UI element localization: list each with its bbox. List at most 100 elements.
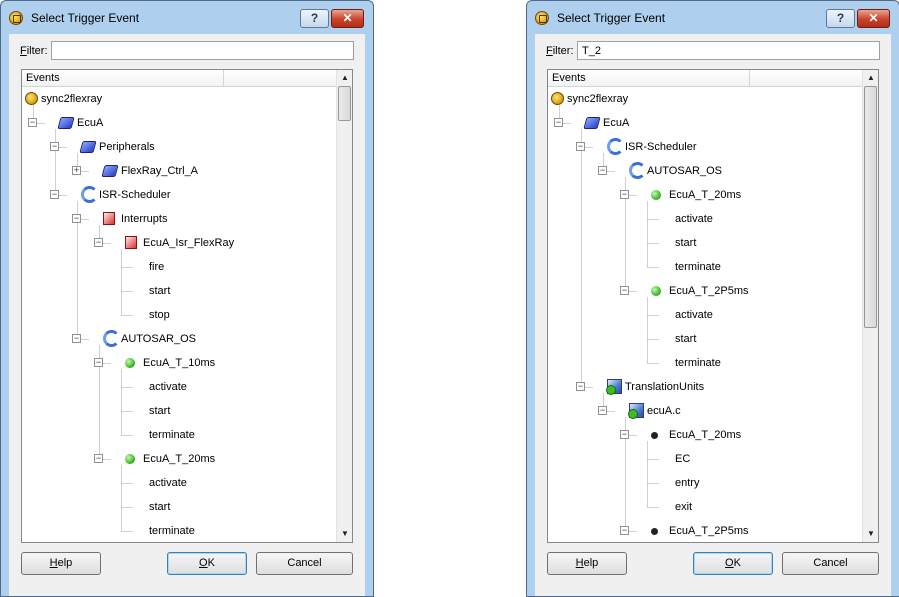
scroll-up-arrow-icon[interactable]: ▲	[337, 70, 352, 86]
tree-node-label: EcuA_T_20ms	[669, 429, 742, 441]
select-trigger-event-dialog-unfiltered: Select Trigger Event ? ✕ Filter: Events …	[0, 0, 374, 597]
translation-unit-icon	[606, 379, 622, 395]
collapse-icon[interactable]: −	[554, 118, 563, 127]
tree-node-label: TranslationUnits	[625, 381, 705, 393]
title-bar[interactable]: Select Trigger Event ? ✕	[527, 1, 899, 34]
scheduler-icon	[629, 162, 646, 179]
tree-node-label: activate	[149, 381, 187, 393]
tree-node-label: start	[149, 405, 171, 417]
tree-node-label: AUTOSAR_OS	[121, 333, 196, 345]
tree-node-label: terminate	[675, 357, 721, 369]
tree-node-label: EcuA_T_10ms	[143, 357, 216, 369]
scroll-down-arrow-icon[interactable]: ▼	[863, 526, 878, 542]
events-tree[interactable]: Events sync2flexray − EcuA − ISR-Scheduler − A…	[547, 69, 879, 543]
collapse-icon[interactable]: −	[72, 334, 81, 343]
tree-node-label: EcuA_T_2P5ms	[669, 285, 749, 297]
tree-node-label: EcuA_T_20ms	[143, 453, 216, 465]
task-icon	[651, 286, 661, 296]
tree-node-label: ISR-Scheduler	[625, 141, 697, 153]
filter-label: Filter:	[20, 45, 48, 57]
column-header-events[interactable]: Events	[548, 70, 750, 87]
dialog-title: Select Trigger Event	[557, 11, 666, 25]
tree-node-label: ecuA.c	[647, 405, 681, 417]
collapse-icon[interactable]: −	[620, 430, 629, 439]
column-header-secondary[interactable]	[224, 70, 336, 87]
collapse-icon[interactable]: −	[50, 142, 59, 151]
collapse-icon[interactable]: −	[576, 382, 585, 391]
app-icon	[551, 92, 564, 105]
collapse-icon[interactable]: −	[94, 454, 103, 463]
title-help-button[interactable]: ?	[826, 9, 855, 28]
tree-node-label: ISR-Scheduler	[99, 189, 171, 201]
tree-node-label: Interrupts	[121, 213, 168, 225]
app-icon	[25, 92, 38, 105]
scroll-thumb[interactable]	[338, 86, 351, 122]
collapse-icon[interactable]: −	[50, 190, 59, 199]
dialog-client-area: Filter: Events sync2flexray − EcuA − Periphe…	[9, 34, 365, 596]
scheduler-icon	[103, 330, 120, 347]
scheduler-icon	[607, 138, 624, 155]
tree-header: Events	[22, 70, 336, 87]
tree-node-label: FlexRay_Ctrl_A	[121, 165, 199, 177]
collapse-icon[interactable]: −	[94, 358, 103, 367]
task-icon	[651, 190, 661, 200]
title-bar[interactable]: Select Trigger Event ? ✕	[1, 1, 373, 34]
help-button[interactable]: Help	[21, 552, 101, 575]
tree-node-label: AUTOSAR_OS	[647, 165, 722, 177]
vertical-scrollbar[interactable]: ▲ ▼	[862, 70, 878, 542]
collapse-icon[interactable]: −	[598, 406, 607, 415]
column-header-secondary[interactable]	[750, 70, 862, 87]
task-icon	[125, 358, 135, 368]
tree-node-label: sync2flexray	[567, 93, 629, 105]
ok-button[interactable]: OK	[167, 552, 247, 575]
tree-node-label: activate	[675, 309, 713, 321]
translation-unit-icon	[628, 403, 644, 419]
collapse-icon[interactable]: −	[28, 118, 37, 127]
column-header-events[interactable]: Events	[22, 70, 224, 87]
tree-node-label: fire	[149, 261, 165, 273]
tree-body: sync2flexray − EcuA − Peripherals + FlexRay_Ct…	[22, 87, 336, 542]
ok-button[interactable]: OK	[693, 552, 773, 575]
scroll-up-arrow-icon[interactable]: ▲	[863, 70, 878, 86]
tree-node-label: start	[149, 501, 171, 513]
tree-node-label: EC	[675, 453, 691, 465]
vertical-scrollbar[interactable]: ▲ ▼	[336, 70, 352, 542]
title-help-button[interactable]: ?	[300, 9, 329, 28]
tree-node-label: terminate	[149, 429, 195, 441]
dialog-title: Select Trigger Event	[31, 11, 140, 25]
tree-node-label: start	[675, 237, 697, 249]
tree-body: sync2flexray − EcuA − ISR-Scheduler − AUTOSAR_…	[548, 87, 862, 542]
tree-node-label: stop	[149, 309, 170, 321]
cancel-button[interactable]: Cancel	[782, 552, 879, 575]
tree-node-label: Peripherals	[99, 141, 155, 153]
scroll-thumb[interactable]	[864, 86, 877, 328]
expand-icon[interactable]: +	[72, 166, 81, 175]
events-tree[interactable]: Events sync2flexray − EcuA − Peripherals + Fle…	[21, 69, 353, 543]
tree-node-label: sync2flexray	[41, 93, 103, 105]
tree-node-label: terminate	[149, 525, 195, 537]
close-button[interactable]: ✕	[857, 9, 890, 28]
dialog-client-area: Filter: Events sync2flexray − EcuA − ISR-Sch…	[535, 34, 891, 596]
tree-node-label: activate	[675, 213, 713, 225]
collapse-icon[interactable]: −	[620, 286, 629, 295]
filter-input[interactable]	[51, 41, 354, 60]
collapse-icon[interactable]: −	[620, 526, 629, 535]
cancel-button[interactable]: Cancel	[256, 552, 353, 575]
close-button[interactable]: ✕	[331, 9, 364, 28]
collapse-icon[interactable]: −	[576, 142, 585, 151]
scroll-down-arrow-icon[interactable]: ▼	[337, 526, 352, 542]
collapse-icon[interactable]: −	[94, 238, 103, 247]
tree-node-label: EcuA	[603, 117, 630, 129]
filter-input[interactable]	[577, 41, 880, 60]
interrupt-icon	[103, 212, 115, 225]
collapse-icon[interactable]: −	[620, 190, 629, 199]
task-icon	[125, 454, 135, 464]
collapse-icon[interactable]: −	[72, 214, 81, 223]
tree-node-label: entry	[675, 477, 700, 489]
function-icon	[651, 432, 658, 439]
tree-node-label: EcuA_Isr_FlexRay	[143, 237, 235, 249]
help-button[interactable]: Help	[547, 552, 627, 575]
interrupt-icon	[125, 236, 137, 249]
collapse-icon[interactable]: −	[598, 166, 607, 175]
tree-node-label: EcuA_T_20ms	[669, 189, 742, 201]
